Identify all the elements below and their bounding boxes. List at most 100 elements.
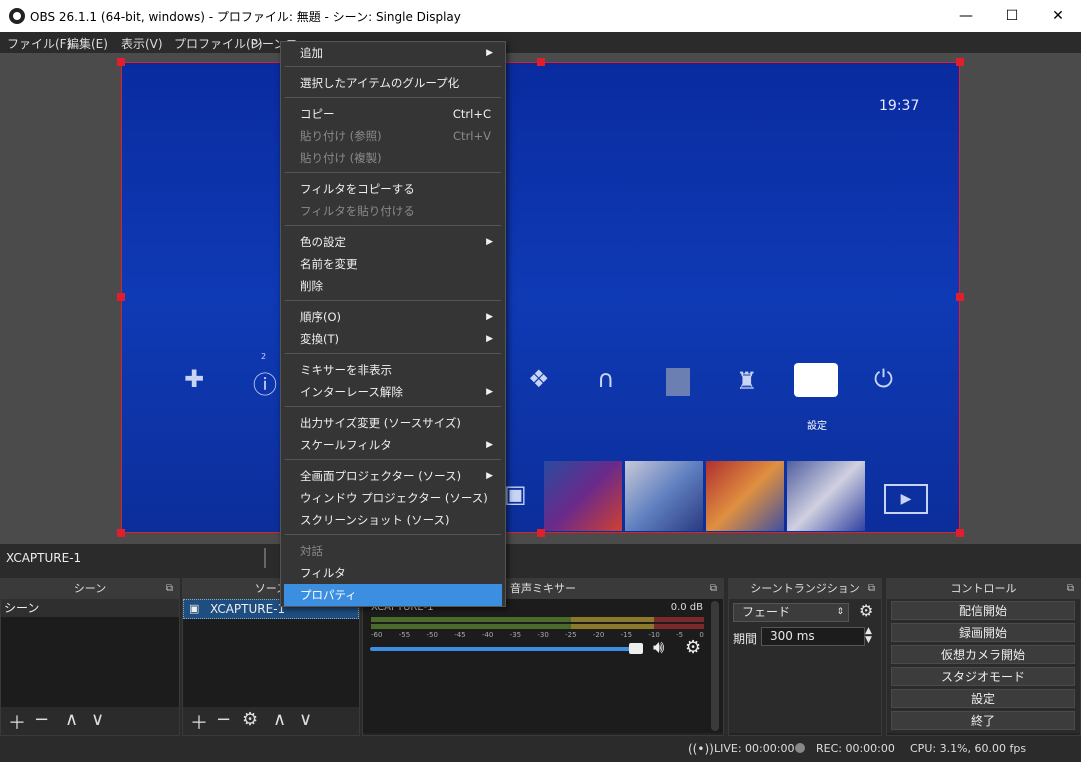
volume-slider-handle[interactable] (629, 643, 643, 654)
menu-item-set-color[interactable]: 色の設定 ▶ (281, 231, 505, 253)
float-icon[interactable]: ⧉ (710, 579, 717, 599)
menu-shortcut: Ctrl+V (453, 129, 491, 143)
menu-item-rename[interactable]: 名前を変更 (281, 253, 505, 275)
menu-item-filters[interactable]: フィルタ (281, 562, 505, 584)
live-status: LIVE: 00:00:00 (714, 742, 795, 755)
menu-separator (285, 459, 501, 460)
menu-item-label: 名前を変更 (300, 257, 358, 271)
transition-select[interactable]: フェード ⇕ (733, 603, 849, 622)
menu-item-hide-mixer[interactable]: ミキサーを非表示 (281, 359, 505, 381)
menu-item-scale-filter[interactable]: スケールフィルタ ▶ (281, 434, 505, 456)
menu-item-properties[interactable]: プロパティ (284, 584, 502, 606)
volume-slider[interactable] (370, 647, 640, 651)
start-recording-button[interactable]: 録画開始 (891, 623, 1075, 642)
menu-item-label: 色の設定 (300, 235, 346, 249)
menu-item-windowed-projector[interactable]: ウィンドウ プロジェクター (ソース) (281, 487, 505, 509)
close-button[interactable]: ✕ (1035, 0, 1081, 32)
resize-handle[interactable] (537, 529, 545, 537)
menu-item-label: プロパティ (300, 588, 357, 602)
menu-item-interact[interactable]: 対話 (281, 540, 505, 562)
gear-icon[interactable]: ⚙ (685, 637, 701, 658)
menu-item-remove[interactable]: 削除 (281, 275, 505, 297)
selected-source-bar: XCAPTURE-1 (0, 544, 1081, 572)
resize-handle[interactable] (956, 529, 964, 537)
scale-tick: -45 (454, 631, 466, 639)
minimize-button[interactable]: — (943, 0, 989, 32)
resize-handle[interactable] (956, 293, 964, 301)
menu-item-paste-reference[interactable]: 貼り付け (参照) Ctrl+V (281, 125, 505, 147)
trophy-icon: ♜ (736, 367, 758, 395)
move-up-icon[interactable]: ∧ (65, 709, 78, 730)
remove-scene-icon[interactable]: − (34, 709, 49, 730)
resize-handle[interactable] (117, 293, 125, 301)
scale-tick: -55 (398, 631, 411, 639)
resize-handle[interactable] (956, 58, 964, 66)
source-list[interactable]: ▣ XCAPTURE-1 (183, 599, 359, 707)
gear-icon[interactable]: ⚙ (242, 709, 258, 730)
move-up-icon[interactable]: ∧ (273, 709, 286, 730)
float-icon[interactable]: ⧉ (868, 579, 875, 599)
menu-item-label: 貼り付け (参照) (300, 129, 382, 143)
menu-file[interactable]: ファイル(F) (7, 35, 71, 52)
speaker-icon[interactable]: 🔊︎ (653, 637, 664, 658)
duration-stepper[interactable]: ▲ ▼ (865, 627, 872, 645)
settings-button[interactable]: 設定 (891, 689, 1075, 708)
scene-item[interactable]: シーン (1, 599, 179, 617)
menu-item-copy[interactable]: コピー Ctrl+C (281, 103, 505, 125)
menu-item-group-selected[interactable]: 選択したアイテムのグループ化 (281, 72, 505, 94)
move-down-icon[interactable]: ∨ (299, 709, 312, 730)
scenes-title: シーン (73, 582, 107, 595)
game-tile (787, 461, 865, 531)
scale-tick: -30 (537, 631, 549, 639)
scrollbar[interactable] (711, 601, 719, 731)
add-source-icon[interactable]: ＋ (190, 709, 208, 735)
menu-item-paste-filters[interactable]: フィルタを貼り付ける (281, 200, 505, 222)
avatar (666, 368, 690, 396)
menu-item-label: フィルタをコピーする (300, 182, 415, 196)
transitions-body: フェード ⇕ ⚙ 期間 300 ms ▲ ▼ (729, 599, 881, 733)
source-item-label: XCAPTURE-1 (210, 602, 286, 616)
menu-item-label: 削除 (300, 279, 323, 293)
scale-tick: -15 (620, 631, 633, 639)
move-down-icon[interactable]: ∨ (91, 709, 104, 730)
controls-title: コントロール (950, 582, 1017, 595)
menu-item-label: スクリーンショット (ソース) (300, 513, 450, 527)
menu-separator (285, 225, 501, 226)
menu-edit[interactable]: 編集(E) (67, 35, 108, 52)
menu-view[interactable]: 表示(V) (121, 35, 163, 52)
gear-icon[interactable]: ⚙ (859, 601, 873, 620)
start-streaming-button[interactable]: 配信開始 (891, 601, 1075, 620)
float-icon[interactable]: ⧉ (1067, 579, 1074, 599)
library-icon: ▣ (504, 480, 527, 508)
broadcast-icon: ((•)) (688, 742, 714, 756)
menu-item-paste-duplicate[interactable]: 貼り付け (複製) (281, 147, 505, 169)
menu-item-label: 追加 (300, 46, 323, 60)
resize-handle[interactable] (117, 58, 125, 66)
exit-button[interactable]: 終了 (891, 711, 1075, 730)
menu-item-order[interactable]: 順序(O) ▶ (281, 306, 505, 328)
resize-handle[interactable] (537, 58, 545, 66)
menu-item-resize-output[interactable]: 出力サイズ変更 (ソースサイズ) (281, 412, 505, 434)
float-icon[interactable]: ⧉ (166, 579, 173, 599)
menu-item-screenshot[interactable]: スクリーンショット (ソース) (281, 509, 505, 531)
menu-item-copy-filters[interactable]: フィルタをコピーする (281, 178, 505, 200)
add-scene-icon[interactable]: ＋ (8, 709, 26, 735)
resize-handle[interactable] (117, 529, 125, 537)
start-virtual-camera-button[interactable]: 仮想カメラ開始 (891, 645, 1075, 664)
remove-source-icon[interactable]: − (216, 709, 231, 730)
submenu-arrow-icon: ▶ (486, 440, 493, 450)
menu-item-label: スケールフィルタ (300, 438, 392, 452)
submenu-arrow-icon: ▶ (486, 334, 493, 344)
studio-mode-button[interactable]: スタジオモード (891, 667, 1075, 686)
menu-item-label: 出力サイズ変更 (ソースサイズ) (300, 416, 461, 430)
splitter[interactable] (264, 548, 266, 568)
menu-item-transform[interactable]: 変換(T) ▶ (281, 328, 505, 350)
duration-input[interactable]: 300 ms (761, 627, 865, 646)
menu-item-fullscreen-projector[interactable]: 全画面プロジェクター (ソース) ▶ (281, 465, 505, 487)
menu-item-deinterlace[interactable]: インターレース解除 ▶ (281, 381, 505, 403)
source-preview[interactable]: 19:37 ✚ 2 ⓘ ❖ ∩ ♜ 設定 ⏻ ▣ ▶ (121, 62, 960, 533)
scene-list[interactable]: シーン (1, 599, 179, 707)
menu-item-add[interactable]: 追加 ▶ (281, 42, 505, 64)
maximize-button[interactable]: ☐ (989, 0, 1035, 32)
submenu-arrow-icon: ▶ (486, 471, 493, 481)
